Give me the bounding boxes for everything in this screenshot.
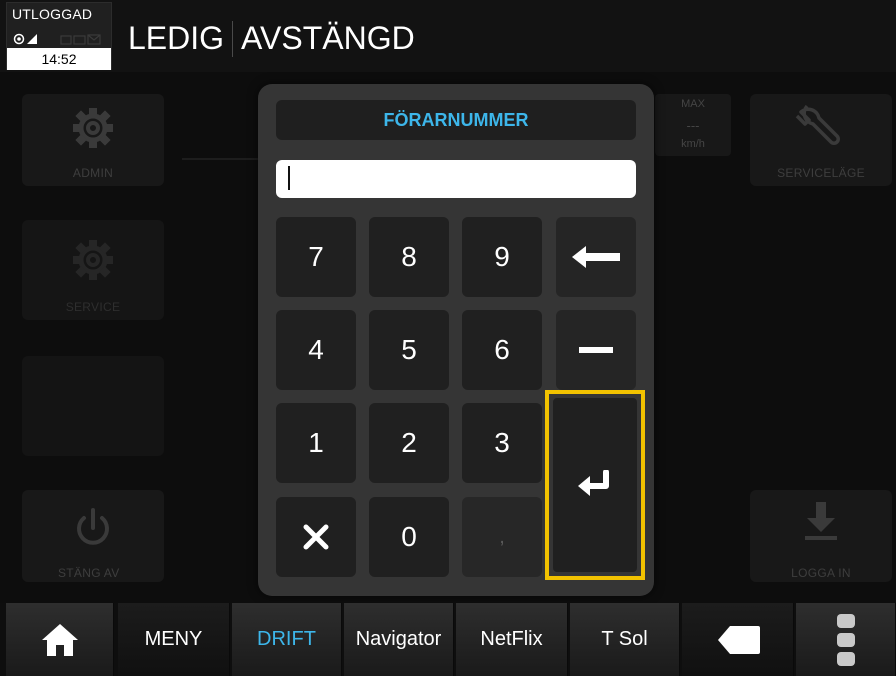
power-icon [77,508,109,545]
arrow-left-icon [572,246,620,268]
key-3[interactable]: 3 [462,403,542,483]
vehicle-status-title: LEDIG AVSTÄNGD [128,20,415,57]
login-label: LOGGA IN [791,566,851,580]
comma-button[interactable]: , [462,497,542,577]
vehicle-state: LEDIG [128,20,225,56]
bottom-navigation: MENY DRIFT Navigator NetFlix T Sol [0,603,896,676]
gear-icon [73,240,113,280]
nav-meny[interactable]: MENY [118,603,230,676]
driver-number-input[interactable] [276,160,636,198]
login-status-text: UTLOGGAD [12,6,93,22]
key-4[interactable]: 4 [276,310,356,390]
minus-button[interactable] [556,310,636,390]
enter-highlight-frame [545,390,645,580]
speed-display: MAX --- km/h [655,94,731,156]
speed-unit: km/h [681,138,705,150]
back-button[interactable] [682,603,794,676]
nav-drift[interactable]: DRIFT [232,603,342,676]
admin-button[interactable]: ADMIN [22,94,164,186]
login-button[interactable]: LOGGA IN [750,490,892,582]
key-9[interactable]: 9 [462,217,542,297]
service-mode-label: SERVICELÄGE [777,166,865,180]
speed-value: --- [686,118,700,133]
back-arrow-icon [717,625,760,654]
gear-icon [73,108,113,148]
key-8[interactable]: 8 [369,217,449,297]
key-1[interactable]: 1 [276,403,356,483]
key-0[interactable]: 0 [369,497,449,577]
key-6[interactable]: 6 [462,310,542,390]
service-button[interactable]: SERVICE [22,220,164,320]
nav-netflix[interactable]: NetFlix [456,603,568,676]
close-icon [303,524,329,550]
empty-tile [22,356,164,456]
clear-button[interactable] [276,497,356,577]
power-off-label: STÄNG AV [58,566,120,580]
minus-icon [579,347,613,353]
meter-state: AVSTÄNGD [241,20,415,56]
service-mode-button[interactable]: SERVICELÄGE [750,94,892,186]
admin-label: ADMIN [72,166,114,180]
wrench-icon [795,104,840,145]
key-2[interactable]: 2 [369,403,449,483]
status-indicator-icons [13,32,107,46]
download-icon [805,502,837,540]
more-options-button[interactable] [796,603,896,676]
key-7[interactable]: 7 [276,217,356,297]
more-vertical-icon [836,613,855,666]
gps-signal-icon [13,33,101,45]
top-status-bar: UTLOGGAD 14:52 LEDIG AVSTÄNGD [0,0,896,72]
text-cursor [288,166,290,190]
key-5[interactable]: 5 [369,310,449,390]
login-status-panel: UTLOGGAD 14:52 [6,2,112,70]
nav-tsol[interactable]: T Sol [570,603,680,676]
title-divider [232,20,234,57]
home-icon [41,623,78,656]
speed-max-label: MAX [681,98,705,110]
clock: 14:52 [7,48,111,70]
backspace-button[interactable] [556,217,636,297]
power-off-button[interactable]: STÄNG AV [22,490,164,582]
dialog-title: FÖRARNUMMER [276,100,636,140]
background-divider [182,158,262,160]
nav-navigator[interactable]: Navigator [344,603,454,676]
home-button[interactable] [6,603,114,676]
service-label: SERVICE [65,300,121,314]
